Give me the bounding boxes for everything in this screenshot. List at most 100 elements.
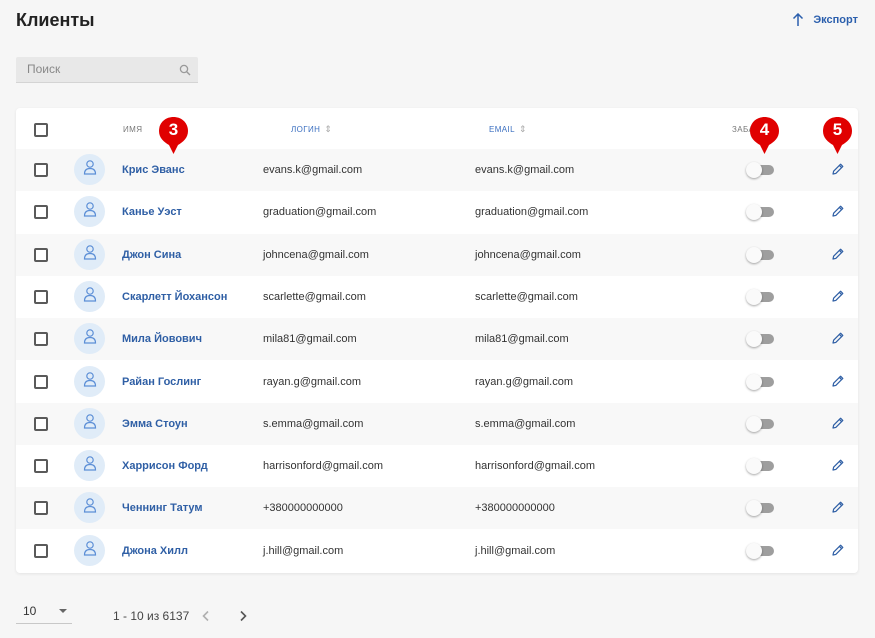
- export-button[interactable]: Экспорт: [792, 13, 858, 27]
- row-checkbox[interactable]: [34, 205, 48, 220]
- edit-button[interactable]: [831, 500, 845, 519]
- blocked-toggle[interactable]: [746, 373, 774, 390]
- export-label: Экспорт: [813, 14, 858, 26]
- column-email-header[interactable]: EMAIL ⇕: [489, 124, 527, 135]
- chevron-right-icon[interactable]: [238, 609, 248, 627]
- edit-button[interactable]: [831, 416, 845, 435]
- user-icon: [83, 540, 97, 561]
- edit-button[interactable]: [831, 162, 845, 181]
- toggle-knob: [746, 458, 762, 475]
- edit-button[interactable]: [831, 204, 845, 223]
- blocked-toggle[interactable]: [746, 331, 774, 348]
- avatar: [74, 280, 105, 312]
- client-email: harrisonford@gmail.com: [475, 460, 595, 473]
- user-icon: [83, 413, 97, 434]
- user-icon: [83, 455, 97, 476]
- edit-button[interactable]: [831, 458, 845, 477]
- edit-button[interactable]: [831, 289, 845, 308]
- avatar: [74, 238, 105, 270]
- avatar: [74, 534, 105, 566]
- row-checkbox[interactable]: [34, 459, 48, 474]
- edit-button[interactable]: [831, 331, 845, 350]
- user-icon: [83, 159, 97, 180]
- client-name[interactable]: Скарлетт Йохансон: [122, 276, 227, 318]
- blocked-toggle[interactable]: [746, 204, 774, 221]
- client-email: +380000000000: [475, 502, 555, 515]
- avatar: [74, 365, 105, 397]
- pencil-icon: [831, 417, 845, 434]
- toggle-knob: [746, 542, 762, 559]
- client-name[interactable]: Харрисон Форд: [122, 445, 208, 487]
- blocked-toggle[interactable]: [746, 458, 774, 475]
- table-row: Ченнинг Татум +380000000000 +380000000000: [16, 487, 858, 530]
- row-checkbox[interactable]: [34, 289, 48, 304]
- client-email: s.emma@gmail.com: [475, 417, 576, 430]
- search-box: [16, 57, 198, 83]
- pencil-icon: [831, 501, 845, 518]
- blocked-toggle[interactable]: [746, 288, 774, 305]
- toggle-knob: [746, 331, 762, 348]
- client-login: scarlette@gmail.com: [263, 290, 366, 303]
- search-icon[interactable]: [179, 63, 191, 81]
- toggle-knob: [746, 204, 762, 221]
- row-checkbox[interactable]: [34, 332, 48, 347]
- avatar: [74, 323, 105, 355]
- blocked-toggle[interactable]: [746, 162, 774, 178]
- annotation-marker-3: 3: [158, 116, 189, 156]
- clients-table: ИМЯ ЛОГИН⇕ EMAIL⇕ ЗАБАНЕН Крис Эвансevan…: [16, 108, 858, 573]
- avatar: [74, 492, 105, 524]
- annotation-marker-5: 5: [822, 116, 853, 156]
- pagination-range: 1 - 10 из 6137: [113, 609, 190, 623]
- row-checkbox[interactable]: [34, 163, 48, 177]
- user-icon: [83, 286, 97, 307]
- pencil-icon: [831, 290, 845, 307]
- edit-button[interactable]: [831, 247, 845, 266]
- client-name[interactable]: Канье Уэст: [122, 191, 182, 233]
- client-name[interactable]: Джона Хилл: [122, 530, 188, 572]
- blocked-toggle[interactable]: [746, 500, 774, 517]
- client-name[interactable]: Мила Йовович: [122, 318, 202, 360]
- blocked-toggle[interactable]: [746, 542, 774, 559]
- blocked-toggle[interactable]: [746, 246, 774, 263]
- row-checkbox[interactable]: [34, 501, 48, 516]
- user-icon: [83, 497, 97, 518]
- chevron-left-icon[interactable]: [201, 609, 211, 627]
- pencil-icon: [831, 375, 845, 392]
- row-checkbox[interactable]: [34, 416, 48, 431]
- toggle-knob: [746, 373, 762, 390]
- select-all-checkbox[interactable]: [34, 123, 48, 137]
- avatar: [74, 196, 105, 228]
- annotation-marker-4: 4: [749, 116, 780, 156]
- row-checkbox[interactable]: [34, 543, 48, 558]
- table-row: Джона Хилл j.hill@gmail.com j.hill@gmail.c…: [16, 530, 858, 572]
- search-input[interactable]: [16, 57, 166, 81]
- chevron-down-icon: [59, 609, 67, 613]
- table-row: Мила Йовович mila81@gmail.com mila81@gmail…: [16, 318, 858, 361]
- pencil-icon: [831, 332, 845, 349]
- edit-button[interactable]: [831, 374, 845, 393]
- client-name[interactable]: Райан Гослинг: [122, 361, 201, 403]
- pencil-icon: [831, 163, 845, 180]
- pencil-icon: [831, 248, 845, 265]
- client-email: rayan.g@gmail.com: [475, 375, 573, 388]
- row-checkbox[interactable]: [34, 247, 48, 262]
- edit-button[interactable]: [831, 543, 845, 562]
- table-row: Джон Сина johncena@gmail.com johncena@gmai…: [16, 233, 858, 276]
- client-login: harrisonford@gmail.com: [263, 460, 383, 473]
- client-email: scarlette@gmail.com: [475, 290, 578, 303]
- table-header: ИМЯ ЛОГИН⇕ EMAIL⇕ ЗАБАНЕН: [16, 108, 858, 151]
- toggle-knob: [746, 415, 762, 432]
- client-login: johncena@gmail.com: [263, 248, 369, 261]
- client-email: graduation@gmail.com: [475, 206, 589, 219]
- toggle-knob: [746, 500, 762, 517]
- client-name[interactable]: Ченнинг Татум: [122, 487, 203, 529]
- column-login-header[interactable]: ЛОГИН ⇕: [291, 125, 332, 135]
- user-icon: [83, 328, 97, 349]
- sort-icon: ⇕: [519, 124, 527, 134]
- row-checkbox[interactable]: [34, 374, 48, 389]
- toggle-knob: [746, 162, 762, 178]
- client-name[interactable]: Джон Сина: [122, 234, 181, 276]
- client-name[interactable]: Эмма Стоун: [122, 403, 188, 445]
- page-size-select[interactable]: 10: [16, 604, 72, 624]
- blocked-toggle[interactable]: [746, 415, 774, 432]
